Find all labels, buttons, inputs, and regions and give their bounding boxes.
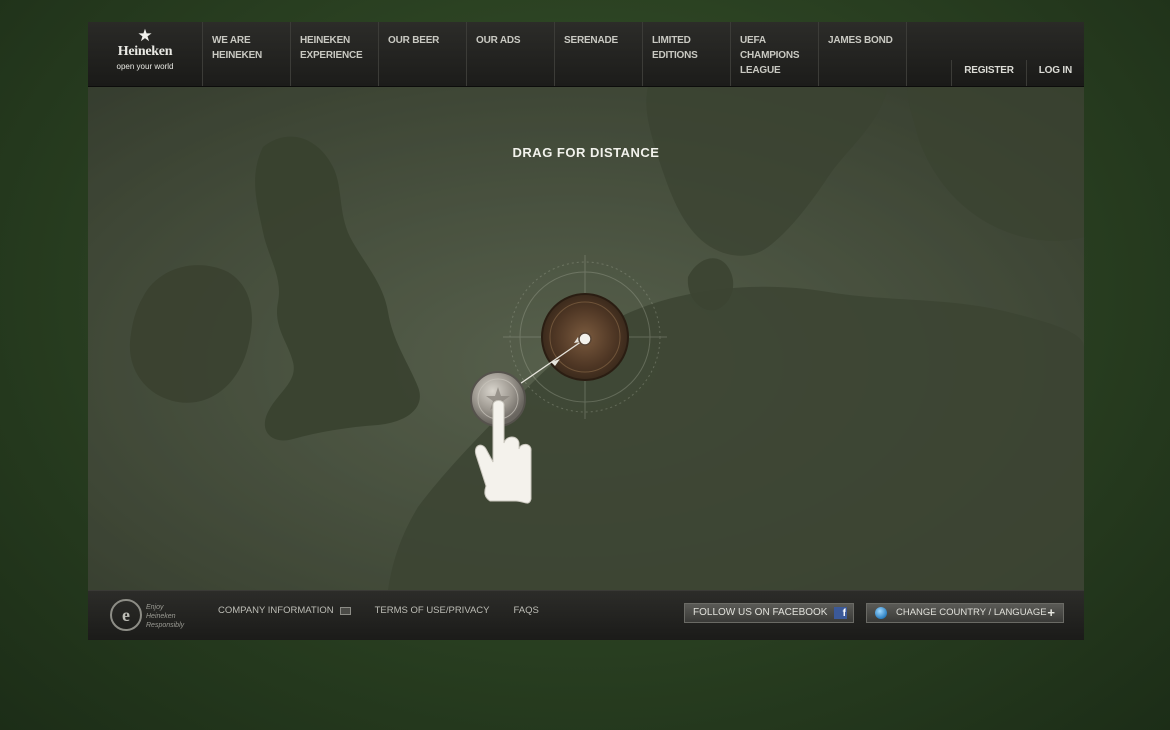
- login-link[interactable]: LOG IN: [1025, 60, 1084, 86]
- enjoy-responsibly-logo[interactable]: e Enjoy Heineken Responsibly: [108, 599, 188, 635]
- drag-instruction: DRAG FOR DISTANCE: [512, 145, 660, 160]
- target-point[interactable]: [578, 332, 592, 346]
- nav-menu: WE ARE HEINEKEN HEINEKEN EXPERIENCE OUR …: [202, 22, 908, 86]
- register-link[interactable]: REGISTER: [951, 60, 1026, 86]
- footer: e Enjoy Heineken Responsibly COMPANY INF…: [88, 590, 1084, 640]
- terms-privacy-link[interactable]: TERMS OF USE/PRIVACY: [375, 605, 490, 616]
- company-information-label: COMPANY INFORMATION: [218, 605, 334, 616]
- faqs-link[interactable]: FAQS: [514, 605, 539, 616]
- nav-label: SERENADE: [564, 35, 618, 46]
- europe-map[interactable]: DRAG FOR DISTANCE: [88, 87, 1084, 590]
- top-navigation: ★ Heineken open your world WE ARE HEINEK…: [88, 22, 1084, 87]
- change-country-label: CHANGE COUNTRY / LANGUAGE: [896, 607, 1047, 618]
- enjoy-e-icon: e: [110, 599, 142, 631]
- nav-item-we-are-heineken[interactable]: WE ARE HEINEKEN: [202, 22, 290, 86]
- nav-label: OUR ADS: [476, 35, 521, 46]
- facebook-icon: f: [834, 607, 847, 619]
- nav-item-serenade[interactable]: SERENADE: [554, 22, 642, 86]
- plus-icon: +: [1047, 605, 1055, 620]
- logo-brand: Heineken: [117, 44, 173, 59]
- auth-links: REGISTER LOG IN: [951, 60, 1084, 86]
- nav-item-heineken-experience[interactable]: HEINEKEN EXPERIENCE: [290, 22, 378, 86]
- nav-label: UEFA CHAMPIONS LEAGUE: [740, 35, 800, 76]
- nav-label: JAMES BOND: [828, 35, 893, 46]
- nav-item-limited-editions[interactable]: LIMITED EDITIONS: [642, 22, 730, 86]
- nav-item-james-bond[interactable]: JAMES BOND: [818, 22, 906, 86]
- logo-tagline: open your world: [116, 62, 174, 71]
- nav-label: HEINEKEN EXPERIENCE: [300, 35, 363, 61]
- nav-divider: [906, 22, 908, 86]
- facebook-label: FOLLOW US ON FACEBOOK: [693, 607, 828, 618]
- nav-item-our-ads[interactable]: OUR ADS: [466, 22, 554, 86]
- company-information-link[interactable]: COMPANY INFORMATION: [218, 605, 351, 616]
- nav-label: LIMITED EDITIONS: [652, 35, 698, 61]
- footer-links: COMPANY INFORMATION TERMS OF USE/PRIVACY…: [218, 605, 539, 616]
- external-window-icon: [339, 606, 351, 615]
- globe-icon: [875, 607, 887, 619]
- nav-item-our-beer[interactable]: OUR BEER: [378, 22, 466, 86]
- facebook-button[interactable]: FOLLOW US ON FACEBOOK f: [684, 603, 854, 623]
- enjoy-text: Enjoy Heineken Responsibly: [146, 604, 185, 629]
- heineken-logo[interactable]: ★ Heineken open your world: [88, 22, 202, 86]
- change-country-button[interactable]: CHANGE COUNTRY / LANGUAGE +: [866, 603, 1064, 623]
- nav-label: WE ARE HEINEKEN: [212, 35, 263, 61]
- nav-item-uefa-champions-league[interactable]: UEFA CHAMPIONS LEAGUE: [730, 22, 818, 86]
- map-landmass: [88, 87, 1084, 590]
- page-frame: ★ Heineken open your world WE ARE HEINEK…: [88, 22, 1084, 640]
- star-icon: ★: [137, 26, 153, 45]
- nav-label: OUR BEER: [388, 35, 440, 46]
